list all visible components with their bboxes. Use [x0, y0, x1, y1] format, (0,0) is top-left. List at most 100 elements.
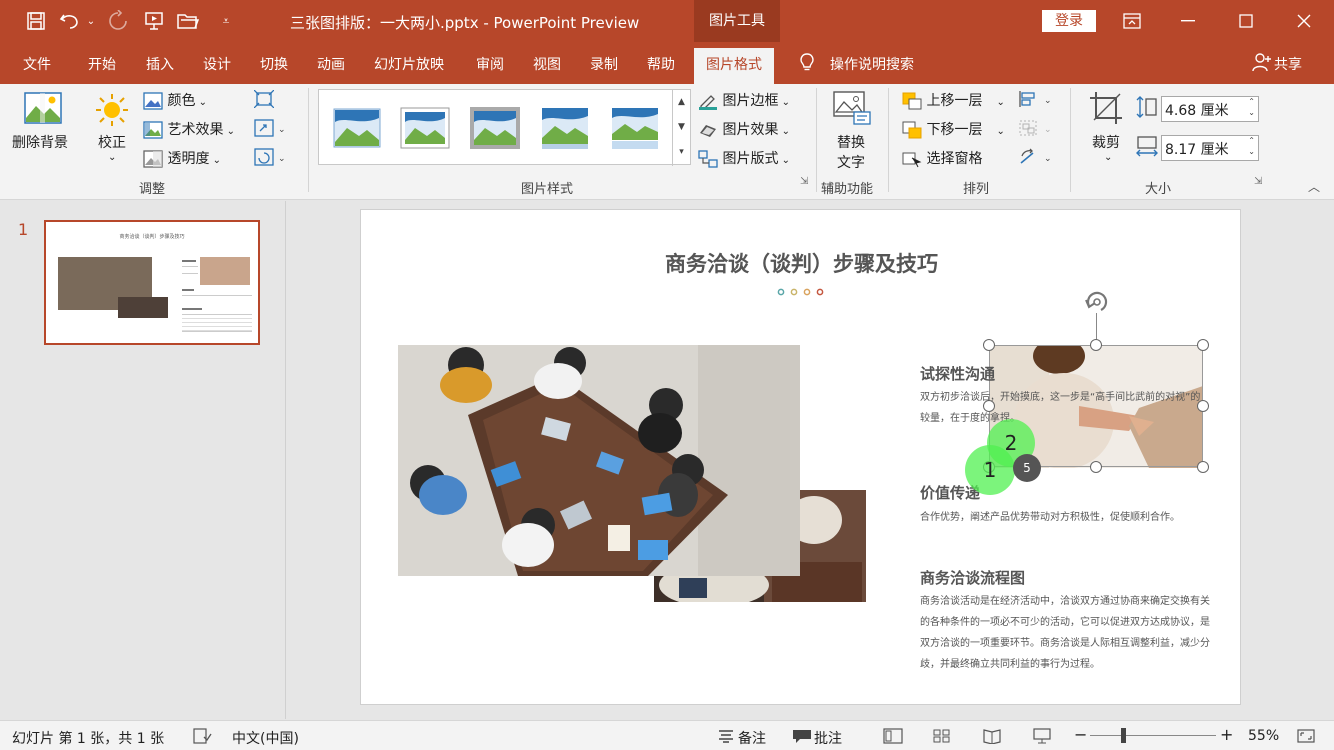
resize-handle-top[interactable]: [1090, 339, 1102, 351]
maximize-icon[interactable]: [1222, 0, 1270, 42]
start-from-beginning-icon[interactable]: [142, 9, 166, 33]
gallery-scroll[interactable]: ▲ ▼ ▾: [672, 90, 690, 166]
picture-style-1[interactable]: [331, 106, 383, 150]
close-icon[interactable]: [1280, 0, 1328, 42]
picture-style-5[interactable]: [609, 106, 661, 150]
corrections-dropdown-icon[interactable]: ⌄: [108, 152, 116, 163]
normal-view-icon[interactable]: [883, 728, 903, 744]
picture-effects-button-row[interactable]: 图片效果 ⌄: [698, 119, 790, 139]
change-picture-icon[interactable]: ⌄: [254, 119, 288, 141]
rotate-objects-icon[interactable]: ⌄: [1018, 148, 1054, 170]
align-icon[interactable]: ⌄: [1018, 90, 1054, 112]
login-button[interactable]: 登录: [1042, 10, 1096, 32]
zoom-out-button[interactable]: −: [1074, 725, 1087, 744]
gallery-up-icon[interactable]: ▲: [673, 90, 690, 115]
tab-slideshow[interactable]: 幻灯片放映: [374, 54, 444, 74]
redo-icon[interactable]: [106, 9, 130, 33]
crop-dropdown-icon[interactable]: ⌄: [1104, 152, 1112, 163]
customize-quick-access-icon[interactable]: ⩡: [214, 9, 238, 33]
tab-view[interactable]: 视图: [533, 54, 561, 74]
section-body-1[interactable]: 双方初步洽谈后，开始摸底，这一步是“高手间比武前的对视”的较量，在于度的拿捏。: [920, 387, 1210, 429]
height-field[interactable]: 4.68 厘米 ⌃ ⌄: [1161, 96, 1259, 122]
share-button[interactable]: 共享: [1274, 54, 1302, 74]
resize-handle-top-left[interactable]: [983, 339, 995, 351]
corrections-button[interactable]: 校正: [98, 132, 126, 152]
resize-handle-top-right[interactable]: [1197, 339, 1209, 351]
picture-style-4[interactable]: [539, 106, 591, 150]
picture-style-3[interactable]: [469, 106, 521, 150]
tell-me-search[interactable]: 操作说明搜索: [830, 54, 914, 74]
tab-file[interactable]: 文件: [23, 54, 51, 74]
width-field[interactable]: 8.17 厘米 ⌃ ⌄: [1161, 135, 1259, 161]
tab-home[interactable]: 开始: [88, 54, 116, 74]
picture-border-button-row[interactable]: 图片边框 ⌄: [698, 90, 790, 110]
send-backward-button-row[interactable]: 下移一层 ⌄: [902, 119, 1005, 139]
slide[interactable]: 商务洽谈（谈判）步骤及技巧 试探性沟通 双方初步洽谈后，开始摸底，这一步是“高手…: [360, 209, 1241, 705]
group-objects-icon[interactable]: ⌄: [1018, 119, 1054, 141]
remove-background-icon[interactable]: [24, 92, 62, 128]
alt-text-button-line1[interactable]: 替换: [837, 132, 865, 152]
section-heading-1[interactable]: 试探性沟通: [920, 363, 995, 384]
picture-styles-gallery[interactable]: ▲ ▼ ▾: [318, 89, 691, 166]
bring-forward-button-row[interactable]: 上移一层 ⌄: [902, 90, 1005, 110]
comments-icon[interactable]: [792, 728, 812, 744]
resize-handle-bottom[interactable]: [1090, 461, 1102, 473]
share-person-icon[interactable]: [1252, 52, 1272, 76]
reading-view-icon[interactable]: [982, 728, 1002, 744]
artistic-effects-button-row[interactable]: 艺术效果 ⌄: [143, 119, 235, 139]
accessibility-check-icon[interactable]: [192, 728, 212, 744]
section-body-2[interactable]: 合作优势，阐述产品优势带动对方积极性，促使顺利合作。: [920, 507, 1220, 528]
crop-button[interactable]: 裁剪: [1092, 132, 1120, 152]
tab-picture-format[interactable]: 图片格式: [694, 48, 774, 84]
open-folder-icon[interactable]: [176, 9, 200, 33]
width-spinner-icon[interactable]: ⌃ ⌄: [1248, 135, 1255, 157]
crop-icon[interactable]: [1088, 90, 1124, 130]
size-launcher-icon[interactable]: ⇲: [1254, 176, 1262, 187]
undo-dropdown-icon[interactable]: ⌄: [84, 9, 98, 33]
comments-button[interactable]: 批注: [814, 728, 842, 748]
slide-sorter-icon[interactable]: [932, 728, 952, 744]
height-spinner-icon[interactable]: ⌃ ⌄: [1248, 96, 1255, 118]
remove-background-button[interactable]: 删除背景: [12, 132, 68, 152]
undo-icon[interactable]: [58, 9, 82, 33]
transparency-button-row[interactable]: 透明度 ⌄: [143, 148, 221, 168]
slideshow-view-icon[interactable]: [1032, 728, 1052, 744]
picture-layout-button-row[interactable]: 图片版式 ⌄: [698, 148, 790, 168]
notes-button[interactable]: 备注: [738, 728, 766, 748]
gallery-down-icon[interactable]: ▼: [673, 115, 690, 140]
large-meeting-photo[interactable]: [398, 345, 800, 576]
tab-review[interactable]: 审阅: [476, 54, 504, 74]
save-icon[interactable]: [24, 9, 48, 33]
zoom-level[interactable]: 55%: [1248, 728, 1279, 744]
selection-pane-button-row[interactable]: 选择窗格: [902, 148, 982, 168]
zoom-in-button[interactable]: +: [1220, 725, 1233, 744]
tab-transitions[interactable]: 切换: [260, 54, 288, 74]
fit-to-window-icon[interactable]: [1296, 728, 1316, 744]
rotate-handle-icon[interactable]: [1082, 288, 1112, 316]
tab-animations[interactable]: 动画: [317, 54, 345, 74]
zoom-slider-thumb[interactable]: [1121, 728, 1126, 743]
notes-icon[interactable]: [716, 728, 736, 744]
minimize-icon[interactable]: [1164, 0, 1212, 42]
alt-text-button-line2[interactable]: 文字: [837, 152, 865, 172]
resize-handle-bottom-right[interactable]: [1197, 461, 1209, 473]
slide-thumbnail[interactable]: 商务洽谈（谈判）步骤及技巧: [44, 220, 260, 345]
picture-style-2[interactable]: [399, 106, 451, 150]
compress-pictures-icon[interactable]: [253, 89, 275, 112]
language-indicator[interactable]: 中文(中国): [232, 728, 299, 748]
section-body-3[interactable]: 商务洽谈活动是在经济活动中，洽谈双方通过协商来确定交换有关的各种条件的一项必不可…: [920, 591, 1216, 675]
corrections-sun-icon[interactable]: [94, 92, 130, 132]
collapse-ribbon-icon[interactable]: ︿: [1308, 178, 1320, 195]
alt-text-icon[interactable]: [832, 90, 872, 130]
slide-title[interactable]: 商务洽谈（谈判）步骤及技巧: [361, 248, 1242, 278]
tab-record[interactable]: 录制: [590, 54, 618, 74]
reset-picture-icon[interactable]: ⌄: [254, 148, 288, 170]
section-heading-3[interactable]: 商务洽谈流程图: [920, 567, 1025, 588]
ribbon-display-options-icon[interactable]: [1108, 0, 1156, 42]
zoom-slider-track[interactable]: [1090, 735, 1216, 736]
color-button-row[interactable]: 颜色 ⌄: [143, 90, 207, 110]
gallery-more-icon[interactable]: ▾: [673, 140, 690, 165]
tab-help[interactable]: 帮助: [647, 54, 675, 74]
format-picture-launcher-icon[interactable]: ⇲: [800, 176, 808, 187]
tab-insert[interactable]: 插入: [146, 54, 174, 74]
